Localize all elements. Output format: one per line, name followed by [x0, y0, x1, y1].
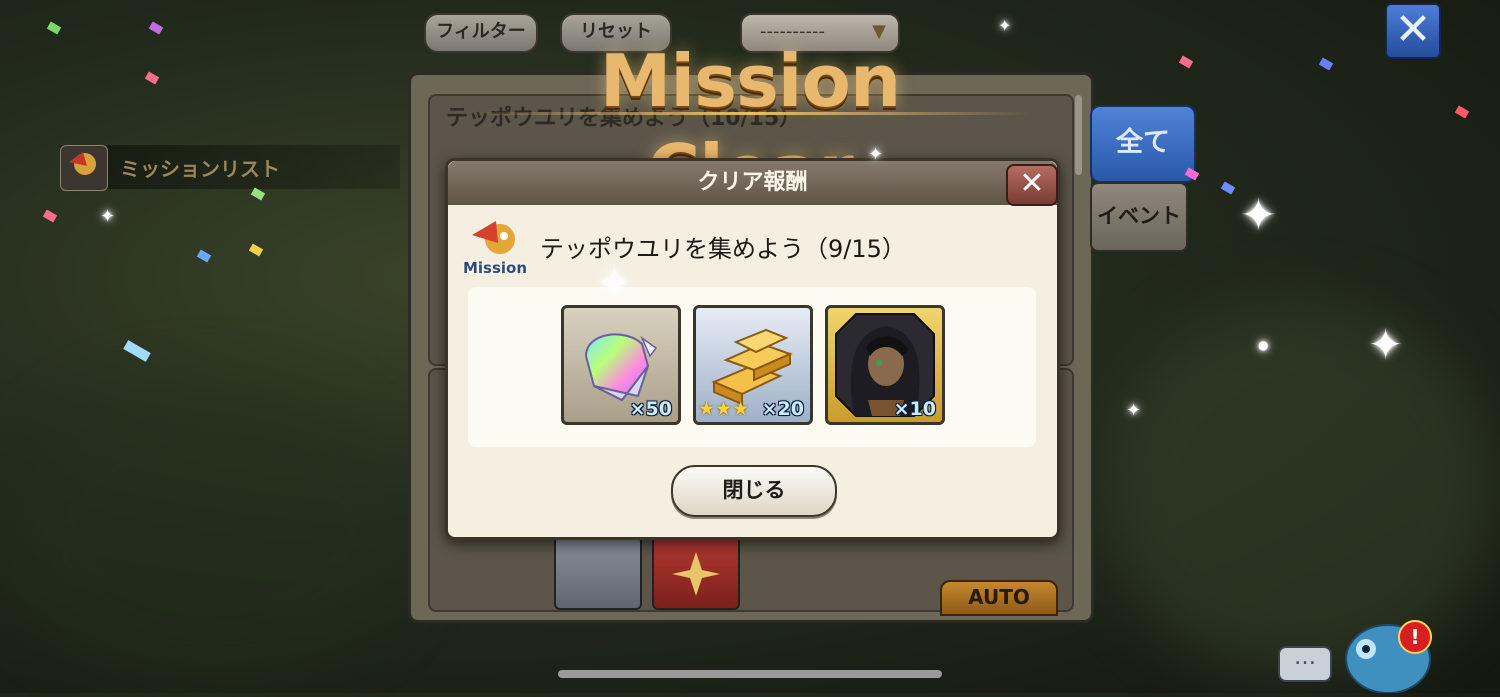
mission-icon — [60, 145, 108, 191]
chat-icon[interactable]: … — [1278, 646, 1332, 682]
reward-item-gold-bars[interactable]: ★★★ ×20 — [693, 305, 813, 425]
sparkle-icon: ✦ — [868, 144, 884, 165]
confetti — [123, 340, 151, 362]
reward-item-rainbow-crystal[interactable]: ×50 — [561, 305, 681, 425]
tab-all[interactable]: 全て — [1090, 105, 1196, 183]
confetti — [1178, 55, 1194, 69]
sparkle-icon: ✦ — [1126, 400, 1142, 421]
reward-dialog: クリア報酬 ✕ Mission テッポウユリを集めよう（9/15） ×50 ★★… — [445, 158, 1060, 540]
background-reward-red — [652, 536, 740, 610]
confetti — [148, 21, 164, 35]
mission-list-label: ミッションリスト — [120, 157, 280, 181]
confetti — [250, 187, 266, 201]
confetti — [42, 209, 58, 223]
auto-button[interactable]: AUTO — [940, 580, 1058, 616]
mission-list-header[interactable]: ミッションリスト — [60, 145, 400, 191]
confetti — [1220, 181, 1236, 195]
sparkle-icon: ● — [1258, 338, 1269, 352]
sparkle-icon: ✦ — [596, 258, 633, 309]
tab-event[interactable]: イベント — [1090, 182, 1188, 252]
reward-item-character-portrait[interactable]: ×10 — [825, 305, 945, 425]
rarity-stars: ★★★ — [698, 398, 750, 420]
background-reward-gold — [554, 536, 642, 610]
mission-badge-icon: Mission — [462, 213, 528, 279]
confetti — [248, 243, 264, 257]
home-indicator[interactable] — [558, 670, 942, 678]
alert-icon: ! — [1398, 620, 1432, 654]
reward-quantity: ×50 — [629, 398, 672, 420]
confetti — [144, 71, 160, 85]
sparkle-icon: ✦ — [1368, 320, 1404, 369]
reward-quantity: ×20 — [761, 398, 804, 420]
sparkle-icon: ✦ — [998, 16, 1012, 35]
reward-quantity: ×10 — [893, 398, 936, 420]
dialog-title: クリア報酬 — [697, 170, 808, 195]
sparkle-icon: ✦ — [1240, 190, 1277, 241]
background-foliage-right — [1100, 300, 1500, 680]
mission-description: テッポウユリを集めよう（9/15） — [540, 235, 906, 263]
confetti — [1318, 57, 1334, 71]
close-screen-button[interactable]: ✕ — [1385, 3, 1441, 59]
background-foliage — [0, 380, 420, 680]
dialog-close-button[interactable]: ✕ — [1006, 164, 1058, 206]
confetti — [46, 21, 62, 35]
confetti — [196, 249, 212, 263]
panel-scrollbar[interactable] — [1075, 95, 1082, 175]
close-button[interactable]: 閉じる — [671, 465, 837, 517]
mission-clear-banner: Mission Clear — [599, 39, 901, 213]
sparkle-icon: ✦ — [100, 206, 116, 227]
confetti — [1454, 105, 1470, 119]
mission-badge-label: Mission — [462, 259, 528, 277]
